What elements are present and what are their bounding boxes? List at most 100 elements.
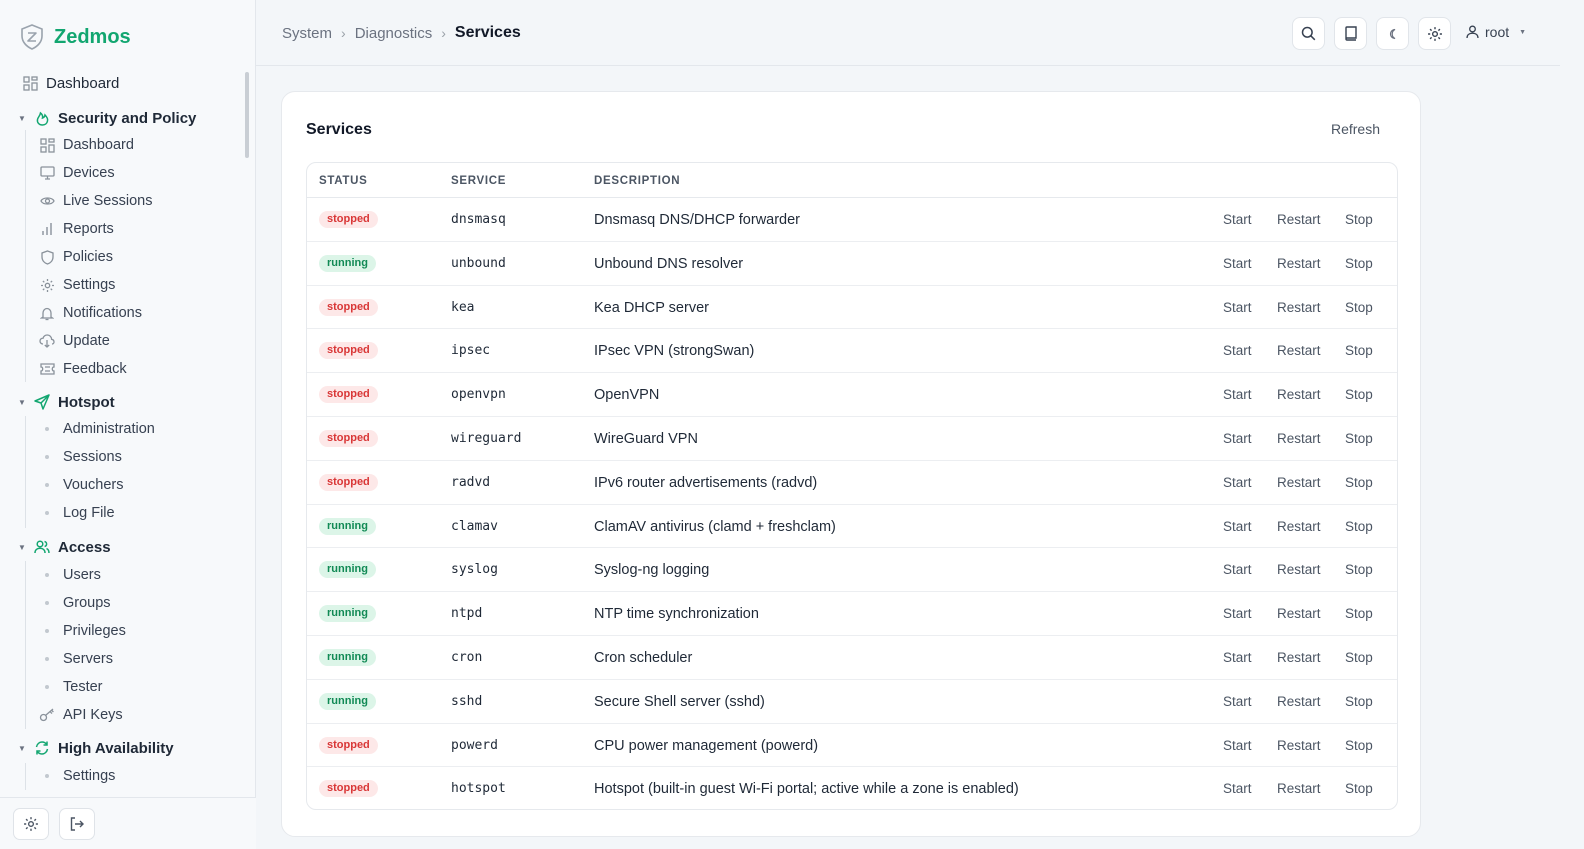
bullet-icon bbox=[39, 601, 55, 605]
status-badge: running bbox=[319, 648, 376, 666]
sidebar-scrollbar[interactable] bbox=[245, 72, 249, 158]
sidebar-group-hotspot[interactable]: ▼ Hotspot bbox=[18, 389, 115, 415]
sidebar-group-access[interactable]: ▼ Access bbox=[18, 534, 111, 560]
start-button[interactable]: Start bbox=[1223, 738, 1252, 753]
preferences-button[interactable] bbox=[1418, 17, 1451, 50]
brand[interactable]: Zedmos bbox=[20, 24, 131, 50]
breadcrumb-system[interactable]: System bbox=[282, 25, 332, 42]
stop-button[interactable]: Stop bbox=[1345, 256, 1373, 271]
status-badge: running bbox=[319, 561, 376, 579]
refresh-button[interactable]: Refresh bbox=[1331, 121, 1380, 137]
stop-button[interactable]: Stop bbox=[1345, 562, 1373, 577]
restart-button[interactable]: Restart bbox=[1277, 694, 1321, 709]
restart-button[interactable]: Restart bbox=[1277, 606, 1321, 621]
start-button[interactable]: Start bbox=[1223, 300, 1252, 315]
sidebar-item-sessions[interactable]: Sessions bbox=[39, 444, 122, 470]
bullet-icon bbox=[39, 511, 55, 515]
stop-button[interactable]: Stop bbox=[1345, 694, 1373, 709]
search-button[interactable] bbox=[1292, 17, 1325, 50]
start-button[interactable]: Start bbox=[1223, 343, 1252, 358]
sidebar-item-label: Dashboard bbox=[46, 74, 120, 92]
start-button[interactable]: Start bbox=[1223, 781, 1252, 796]
restart-button[interactable]: Restart bbox=[1277, 212, 1321, 227]
stop-button[interactable]: Stop bbox=[1345, 606, 1373, 621]
stop-button[interactable]: Stop bbox=[1345, 781, 1373, 796]
stop-button[interactable]: Stop bbox=[1345, 343, 1373, 358]
stop-button[interactable]: Stop bbox=[1345, 475, 1373, 490]
start-button[interactable]: Start bbox=[1223, 256, 1252, 271]
restart-button[interactable]: Restart bbox=[1277, 562, 1321, 577]
sidebar-group-label: Access bbox=[58, 538, 111, 556]
stop-button[interactable]: Stop bbox=[1345, 650, 1373, 665]
sidebar-item-ha-settings[interactable]: Settings bbox=[39, 763, 115, 789]
sidebar-item-log-file[interactable]: Log File bbox=[39, 500, 115, 526]
service-name: kea bbox=[451, 299, 475, 315]
table-row: stopped dnsmasq Dnsmasq DNS/DHCP forwarder… bbox=[307, 198, 1397, 242]
settings-button[interactable] bbox=[13, 808, 49, 840]
start-button[interactable]: Start bbox=[1223, 212, 1252, 227]
sidebar-item-users[interactable]: Users bbox=[39, 562, 101, 588]
stop-button[interactable]: Stop bbox=[1345, 212, 1373, 227]
sidebar-group-security-and-policy[interactable]: ▼ Security and Policy bbox=[18, 105, 196, 131]
sidebar-footer bbox=[0, 797, 256, 849]
sidebar-item-live-sessions[interactable]: Live Sessions bbox=[39, 188, 152, 214]
sidebar-item-policies[interactable]: Policies bbox=[39, 244, 113, 270]
sidebar-item-servers[interactable]: Servers bbox=[39, 646, 113, 672]
sidebar-item-dashboard[interactable]: Dashboard bbox=[22, 70, 119, 96]
restart-button[interactable]: Restart bbox=[1277, 343, 1321, 358]
sidebar-item-api-keys[interactable]: API Keys bbox=[39, 702, 123, 728]
docs-button[interactable] bbox=[1334, 17, 1367, 50]
restart-button[interactable]: Restart bbox=[1277, 650, 1321, 665]
start-button[interactable]: Start bbox=[1223, 387, 1252, 402]
service-name: cron bbox=[451, 649, 483, 665]
eye-icon bbox=[39, 193, 55, 209]
sidebar-item-groups[interactable]: Groups bbox=[39, 590, 111, 616]
start-button[interactable]: Start bbox=[1223, 694, 1252, 709]
start-button[interactable]: Start bbox=[1223, 475, 1252, 490]
sidebar-item-administration[interactable]: Administration bbox=[39, 416, 155, 442]
start-button[interactable]: Start bbox=[1223, 562, 1252, 577]
sidebar-item-notifications[interactable]: Notifications bbox=[39, 300, 142, 326]
sidebar-item-vouchers[interactable]: Vouchers bbox=[39, 472, 123, 498]
nav-guide-line bbox=[25, 561, 26, 729]
logout-button[interactable] bbox=[59, 808, 95, 840]
stop-button[interactable]: Stop bbox=[1345, 519, 1373, 534]
user-name: root bbox=[1485, 24, 1510, 40]
sidebar-group-high-availability[interactable]: ▼ High Availability bbox=[18, 735, 174, 761]
sidebar-item-reports[interactable]: Reports bbox=[39, 216, 114, 242]
sidebar-item-privileges[interactable]: Privileges bbox=[39, 618, 126, 644]
sidebar-item-label: Privileges bbox=[63, 623, 126, 639]
stop-button[interactable]: Stop bbox=[1345, 431, 1373, 446]
sidebar-item-settings[interactable]: Settings bbox=[39, 272, 115, 298]
table-header: STATUS SERVICE DESCRIPTION bbox=[307, 163, 1397, 198]
start-button[interactable]: Start bbox=[1223, 606, 1252, 621]
start-button[interactable]: Start bbox=[1223, 519, 1252, 534]
table-row: running ntpd NTP time synchronization Start… bbox=[307, 592, 1397, 636]
sidebar-item-tester[interactable]: Tester bbox=[39, 674, 103, 700]
bullet-icon bbox=[39, 657, 55, 661]
restart-button[interactable]: Restart bbox=[1277, 431, 1321, 446]
restart-button[interactable]: Restart bbox=[1277, 256, 1321, 271]
start-button[interactable]: Start bbox=[1223, 431, 1252, 446]
sidebar-item-devices[interactable]: Devices bbox=[39, 160, 115, 186]
restart-button[interactable]: Restart bbox=[1277, 781, 1321, 796]
stop-button[interactable]: Stop bbox=[1345, 300, 1373, 315]
table-row: stopped wireguard WireGuard VPN Start Restar… bbox=[307, 417, 1397, 461]
breadcrumb-diagnostics[interactable]: Diagnostics bbox=[355, 25, 433, 42]
service-description: ClamAV antivirus (clamd + freshclam) bbox=[594, 518, 836, 535]
restart-button[interactable]: Restart bbox=[1277, 387, 1321, 402]
restart-button[interactable]: Restart bbox=[1277, 300, 1321, 315]
user-menu[interactable]: root ▼ bbox=[1466, 24, 1526, 40]
sidebar-item-label: Log File bbox=[63, 505, 115, 521]
sidebar-item-sp-dashboard[interactable]: Dashboard bbox=[39, 132, 134, 158]
theme-toggle-button[interactable] bbox=[1376, 17, 1409, 50]
restart-button[interactable]: Restart bbox=[1277, 519, 1321, 534]
table-row: running syslog Syslog-ng logging Start Resta… bbox=[307, 548, 1397, 593]
stop-button[interactable]: Stop bbox=[1345, 387, 1373, 402]
stop-button[interactable]: Stop bbox=[1345, 738, 1373, 753]
restart-button[interactable]: Restart bbox=[1277, 738, 1321, 753]
sidebar-item-update[interactable]: Update bbox=[39, 328, 110, 354]
restart-button[interactable]: Restart bbox=[1277, 475, 1321, 490]
sidebar-item-feedback[interactable]: Feedback bbox=[39, 356, 127, 382]
start-button[interactable]: Start bbox=[1223, 650, 1252, 665]
